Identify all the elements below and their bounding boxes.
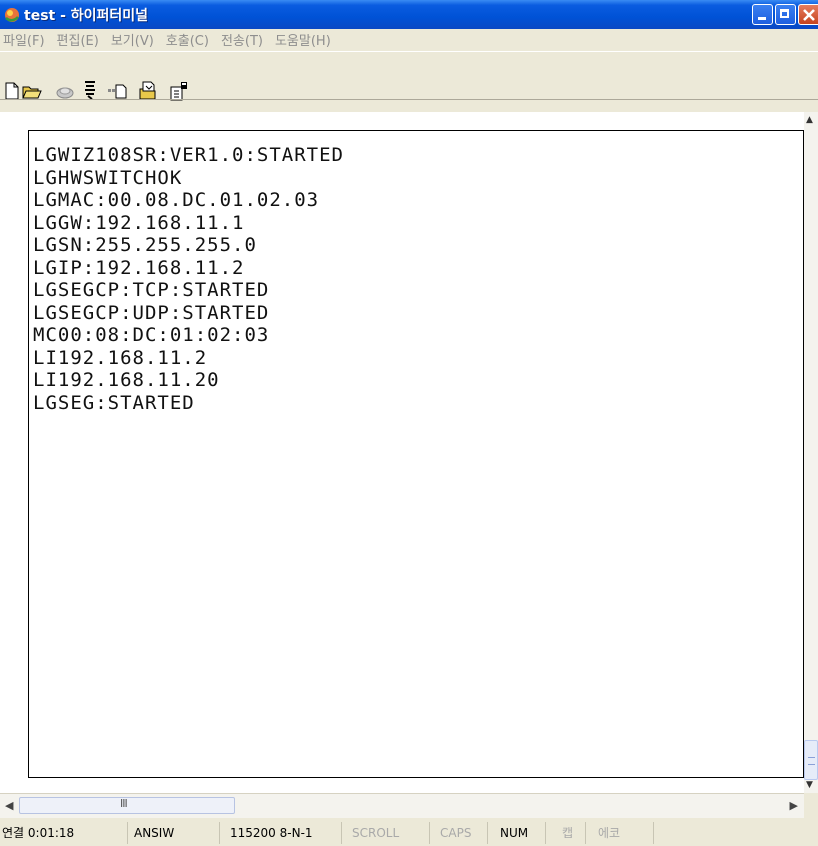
terminal-line: LI192.168.11.20 — [33, 369, 220, 391]
status-scroll: SCROLL — [350, 822, 430, 844]
grip-icon — [808, 757, 815, 765]
hyperterminal-app-icon[interactable] — [3, 6, 21, 24]
open-folder-icon[interactable] — [22, 82, 42, 100]
status-connection: 연결 0:01:18 — [0, 822, 128, 844]
menu-edit[interactable]: 편집(E) — [51, 30, 105, 49]
terminal-output[interactable]: LGWIZ108SR:VER1.0:STARTED LGHWSWITCHOK L… — [33, 144, 344, 414]
maximize-button[interactable] — [775, 4, 796, 25]
close-icon — [803, 9, 815, 21]
terminal-line: LGMAC:00.08.DC.01.02.03 — [33, 189, 320, 211]
terminal-line: LGSEGCP:UDP:STARTED — [33, 301, 270, 324]
minimize-button[interactable] — [752, 4, 773, 25]
scroll-down-arrow-icon[interactable]: ▼ — [806, 780, 813, 790]
properties-icon[interactable] — [170, 81, 190, 101]
terminal-line: LGSEGCP:TCP:STARTED — [33, 279, 270, 301]
vertical-scroll-thumb[interactable] — [804, 740, 818, 780]
new-document-icon[interactable] — [4, 82, 24, 100]
receive-file-icon[interactable] — [138, 81, 158, 100]
scroll-left-arrow-icon[interactable]: ◀ — [5, 799, 13, 812]
menu-bar: 파일(F) 편집(E) 보기(V) 호출(C) 전송(T) 도움말(H) — [0, 29, 818, 50]
terminal-line: MC00:08:DC:01:02:03 — [33, 324, 270, 346]
toolbar-divider — [0, 99, 818, 100]
terminal-line: LGHWSWITCHOK — [33, 166, 183, 189]
terminal-line: LGSEG:STARTED — [33, 391, 195, 414]
horizontal-scrollbar[interactable]: ◀ III ▶ — [0, 793, 804, 818]
scroll-right-arrow-icon[interactable]: ▶ — [790, 799, 798, 812]
scroll-up-arrow-icon[interactable]: ▲ — [806, 115, 813, 125]
status-port-settings: 115200 8-N-1 — [228, 822, 342, 844]
status-num: NUM — [498, 822, 546, 844]
terminal-line: LI192.168.11.2 — [33, 346, 208, 369]
terminal-line: LGWIZ108SR:VER1.0:STARTED — [33, 144, 344, 166]
menu-help[interactable]: 도움말(H) — [269, 30, 337, 49]
close-button[interactable] — [798, 4, 818, 25]
menu-call[interactable]: 호출(C) — [160, 30, 215, 49]
menu-transfer[interactable]: 전송(T) — [215, 30, 269, 49]
vertical-scrollbar[interactable]: ▲ ▼ — [804, 112, 818, 793]
terminal-line: LGGW:192.168.11.1 — [33, 211, 245, 234]
window-title: test - 하이퍼터미널 — [24, 8, 149, 24]
menu-file[interactable]: 파일(F) — [0, 30, 51, 49]
menu-view[interactable]: 보기(V) — [105, 30, 160, 49]
status-bar: 연결 0:01:18 ANSIW 115200 8-N-1 SCROLL CAP… — [0, 818, 818, 846]
status-capture: 캡 — [560, 822, 586, 844]
terminal-line: LGSN:255.255.255.0 — [33, 234, 257, 256]
terminal-line: LGIP:192.168.11.2 — [33, 256, 245, 279]
send-file-icon[interactable] — [107, 82, 127, 100]
title-bar[interactable]: test - 하이퍼터미널 — [0, 0, 818, 29]
status-caps: CAPS — [438, 822, 488, 844]
grip-icon: III — [120, 797, 128, 810]
status-echo: 에코 — [596, 822, 654, 844]
status-emulation: ANSIW — [132, 822, 220, 844]
disconnect-icon[interactable] — [82, 80, 102, 100]
connect-phone-icon[interactable] — [55, 82, 75, 100]
horizontal-scroll-thumb[interactable]: III — [19, 797, 235, 814]
